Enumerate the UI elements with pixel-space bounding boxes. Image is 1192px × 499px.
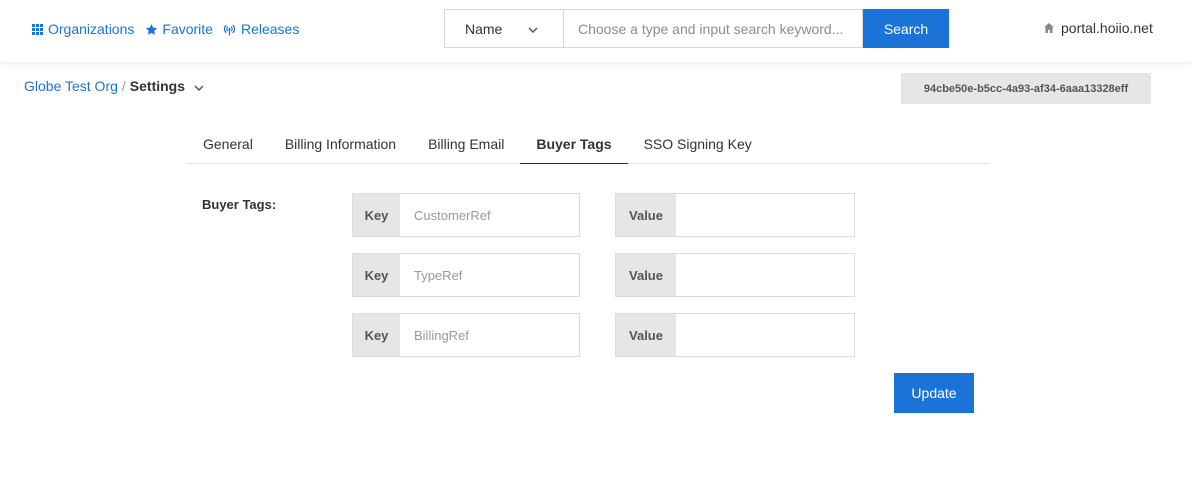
nav-organizations[interactable]: Organizations (30, 20, 134, 38)
org-id-badge: 94cbe50e-b5cc-4a93-af34-6aaa13328eff (901, 73, 1151, 104)
value-label: Value (616, 194, 676, 236)
nav-releases-label: Releases (240, 21, 300, 37)
nav-favorite-label: Favorite (162, 21, 213, 37)
nav-releases[interactable]: Releases (223, 20, 299, 38)
tag-key-group: Key (352, 253, 580, 297)
settings-tabs: General Billing Information Billing Emai… (187, 124, 989, 164)
chevron-down-icon (527, 23, 539, 35)
chevron-down-icon[interactable] (193, 82, 205, 94)
breadcrumb: Globe Test Org / Settings (24, 78, 205, 94)
tab-general[interactable]: General (187, 124, 269, 164)
search-input[interactable] (563, 9, 863, 48)
nav-favorite[interactable]: Favorite (144, 20, 213, 38)
update-button[interactable]: Update (894, 373, 974, 413)
tag-value-group: Value (615, 253, 855, 297)
buyer-tag-row: Key Value (352, 253, 855, 297)
tag-key-group: Key (352, 193, 580, 237)
tab-billing-email[interactable]: Billing Email (412, 124, 520, 164)
key-label: Key (353, 314, 400, 356)
tag-key-input[interactable] (400, 254, 579, 296)
portal-link[interactable]: portal.hoiio.net (1043, 20, 1153, 36)
tag-key-input[interactable] (400, 194, 579, 236)
broadcast-icon (223, 22, 237, 36)
top-bar: Organizations Favorite Releases Name Cho… (0, 0, 1192, 62)
value-label: Value (616, 254, 676, 296)
tag-value-group: Value (615, 313, 855, 357)
portal-host: portal.hoiio.net (1061, 20, 1153, 36)
star-icon (144, 22, 158, 36)
top-nav: Organizations Favorite Releases (30, 20, 309, 38)
nav-organizations-label: Organizations (48, 21, 135, 37)
home-icon (1043, 22, 1055, 34)
search-type-value: Name (465, 20, 503, 37)
buyer-tags-label: Buyer Tags: (202, 197, 277, 212)
breadcrumb-separator: / (121, 78, 126, 94)
tab-billing-information[interactable]: Billing Information (269, 124, 412, 164)
search-type-select[interactable]: Name (444, 9, 563, 48)
search-button[interactable]: Search (863, 9, 949, 48)
tag-key-group: Key (352, 313, 580, 357)
tag-value-input[interactable] (676, 194, 854, 236)
value-label: Value (616, 314, 676, 356)
tag-key-input[interactable] (400, 314, 579, 356)
search-bar: Name Search (444, 9, 949, 48)
key-label: Key (353, 194, 400, 236)
buyer-tag-row: Key Value (352, 193, 855, 237)
grid-icon (30, 22, 44, 36)
tag-value-input[interactable] (676, 314, 854, 356)
tag-value-group: Value (615, 193, 855, 237)
buyer-tag-row: Key Value (352, 313, 855, 357)
tab-buyer-tags[interactable]: Buyer Tags (520, 124, 628, 164)
breadcrumb-current: Settings (129, 78, 186, 94)
tab-sso-signing-key[interactable]: SSO Signing Key (628, 124, 768, 164)
key-label: Key (353, 254, 400, 296)
tag-value-input[interactable] (676, 254, 854, 296)
breadcrumb-org-link[interactable]: Globe Test Org (24, 78, 118, 94)
